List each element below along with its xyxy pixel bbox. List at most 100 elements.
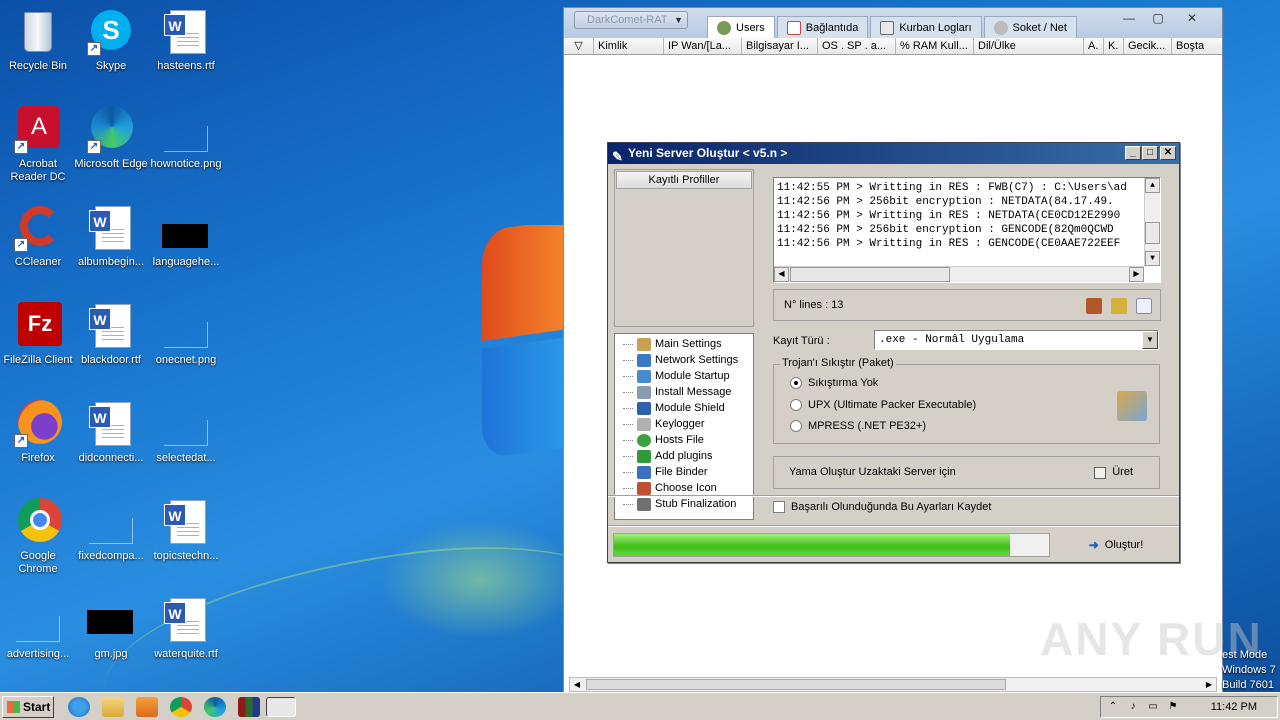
desktop-icon-languagehe[interactable]: languagehe... <box>148 204 224 269</box>
dialog-titlebar: ✎ Yeni Server Oluştur < v5.n > _ □ ✕ <box>608 143 1179 164</box>
darkcomet-menu-dropdown[interactable]: DarkComet-RAT ▼ <box>574 11 688 29</box>
maximize-button[interactable]: □ <box>1142 146 1158 160</box>
tree-item-keylogger[interactable]: Keylogger <box>623 416 753 432</box>
desktop-icon-onecnet[interactable]: onecnet.png <box>148 302 224 367</box>
tree-item-install-message[interactable]: Install Message <box>623 384 753 400</box>
desktop-icon-skype[interactable]: S ↗ Skype <box>73 8 149 73</box>
scroll-up-arrow[interactable]: ▲ <box>1145 178 1160 193</box>
tree-item-module-startup[interactable]: Module Startup <box>623 368 753 384</box>
desktop-icon-topicstechn[interactable]: W topicstechn... <box>148 498 224 563</box>
log-horizontal-scrollbar[interactable]: ◀ ▶ <box>774 266 1144 282</box>
internet-explorer-icon[interactable] <box>68 697 90 717</box>
column-header[interactable]: Bilgisayar I... <box>742 38 818 54</box>
desktop-icon-gm[interactable]: gm.jpg <box>73 596 149 661</box>
packer-groupbox: Trojan'ı Sıkıştır (Paket) Sıkıştırma Yok… <box>773 357 1160 444</box>
scrollbar-thumb[interactable] <box>586 679 1006 690</box>
tree-item-file-binder[interactable]: File Binder <box>623 464 753 480</box>
minimize-button[interactable]: — <box>1117 11 1141 27</box>
desktop-icon-hasteens[interactable]: W hasteens.rtf <box>148 8 224 73</box>
desktop-icon-fixedcompa[interactable]: fixedcompa... <box>73 498 149 563</box>
column-header[interactable]: Gecik... <box>1124 38 1172 54</box>
column-sort-toggle[interactable]: ▽ <box>564 38 594 54</box>
column-header[interactable]: OS . SP . a... <box>818 38 896 54</box>
desktop-icon-firefox[interactable]: ↗ Firefox <box>0 400 76 465</box>
desktop-icon-selectedat[interactable]: selectedat... <box>148 400 224 465</box>
desktop-icon-edge[interactable]: ↗ Microsoft Edge <box>73 106 149 171</box>
desktop-icon-blackdoor[interactable]: W blackdoor.rtf <box>73 302 149 367</box>
desktop-icon-advertising[interactable]: advertising... <box>0 596 76 661</box>
wrench-icon: ✎ <box>612 149 623 164</box>
tree-item-hosts-file[interactable]: Hosts File <box>623 432 753 448</box>
radio-mpress[interactable]: MPRESS (.NET PE32+) <box>790 420 926 432</box>
desktop-icon-hownotice[interactable]: hownotice.png <box>148 106 224 171</box>
column-header[interactable]: IP Wan/[La... <box>664 38 742 54</box>
desktop-icon-chrome[interactable]: Google Chrome <box>0 498 76 576</box>
network-tray-icon[interactable]: ▭ <box>1147 701 1159 713</box>
desktop-icon-waterquite[interactable]: W waterquite.rtf <box>148 596 224 661</box>
chrome-taskbar-icon[interactable] <box>170 697 192 717</box>
radio-indicator[interactable] <box>790 399 802 411</box>
clock[interactable]: 11:42 PM <box>1211 697 1257 717</box>
speaker-icon[interactable]: ♪ <box>1127 701 1139 713</box>
column-header[interactable]: Dil/Ülke <box>974 38 1084 54</box>
close-button[interactable]: ✕ <box>1180 11 1204 27</box>
column-header[interactable]: Boşta <box>1172 38 1212 54</box>
radio-indicator[interactable] <box>790 377 802 389</box>
media-player-icon[interactable] <box>136 697 158 717</box>
desktop-icon-didconnecti[interactable]: W didconnecti... <box>73 400 149 465</box>
minimize-button[interactable]: _ <box>1125 146 1141 160</box>
desktop-icon-filezilla[interactable]: Fz FileZilla Client <box>0 302 76 367</box>
tab-soket-net[interactable]: Soket / Net <box>983 16 1077 38</box>
tab-users[interactable]: Users <box>707 16 775 38</box>
users-horizontal-scrollbar[interactable]: ◀ ▶ <box>569 677 1217 692</box>
start-button[interactable]: Start <box>2 696 54 718</box>
scroll-right-arrow[interactable]: ▶ <box>1202 678 1216 691</box>
tab-kurban-loglari[interactable]: Kurban Logları <box>870 16 982 38</box>
edge-taskbar-icon[interactable] <box>204 697 226 717</box>
close-button[interactable]: ✕ <box>1160 146 1176 160</box>
column-header[interactable]: % RAM Kull... <box>896 38 974 54</box>
maximize-button[interactable]: ▢ <box>1146 11 1170 27</box>
chevron-up-icon[interactable]: ⌃ <box>1107 701 1119 713</box>
output-type-select[interactable]: .exe - Normâl Uygulama ▼ <box>874 330 1159 350</box>
scrollbar-thumb[interactable] <box>1145 222 1160 244</box>
checkbox-box[interactable] <box>773 501 785 513</box>
tree-item-stub-finalization[interactable]: Stub Finalization <box>623 496 753 512</box>
tree-item-choose-icon[interactable]: Choose Icon <box>623 480 753 496</box>
tree-item-main-settings[interactable]: Main Settings <box>623 336 753 352</box>
broom-icon[interactable] <box>1111 298 1127 314</box>
log-vertical-scrollbar[interactable]: ▲ ▼ <box>1144 178 1160 266</box>
keyboard-icon <box>637 417 651 431</box>
radio-upx[interactable]: UPX (Ultimate Packer Executable) <box>790 399 976 411</box>
export-icon[interactable] <box>1136 298 1152 314</box>
column-header[interactable]: Kimlik <box>594 38 664 54</box>
radio-indicator[interactable] <box>790 420 802 432</box>
copy-icon[interactable] <box>1086 298 1102 314</box>
explorer-folder-icon[interactable] <box>102 697 124 717</box>
column-header[interactable]: K. <box>1104 38 1124 54</box>
radio-no-compression[interactable]: Sıkıştırma Yok <box>790 377 878 389</box>
scrollbar-thumb[interactable] <box>790 267 950 282</box>
tree-item-network-settings[interactable]: Network Settings <box>623 352 753 368</box>
winrar-taskbar-icon[interactable] <box>238 697 260 717</box>
darkcomet-taskbar-button[interactable] <box>266 697 296 717</box>
scroll-left-arrow[interactable]: ◀ <box>570 678 584 691</box>
desktop-icon-acrobat[interactable]: A ↗ Acrobat Reader DC <box>0 106 76 184</box>
tab-baglantida[interactable]: Bağlantıda <box>776 16 869 38</box>
column-header[interactable]: A. <box>1084 38 1104 54</box>
scroll-left-arrow[interactable]: ◀ <box>774 267 789 282</box>
save-settings-checkbox[interactable]: Başarılı Olunduğunda Bu Ayarları Kaydet <box>773 501 991 513</box>
desktop-icon-recycle-bin[interactable]: Recycle Bin <box>0 8 76 73</box>
scroll-down-arrow[interactable]: ▼ <box>1145 251 1160 266</box>
scroll-right-arrow[interactable]: ▶ <box>1129 267 1144 282</box>
tree-item-module-shield[interactable]: Module Shield <box>623 400 753 416</box>
tree-item-add-plugins[interactable]: Add plugins <box>623 448 753 464</box>
flag-icon[interactable]: ⚑ <box>1167 701 1179 713</box>
build-button[interactable]: ➜ Oluştur! <box>1071 533 1161 557</box>
desktop-icon-albumbegin[interactable]: W albumbegin... <box>73 204 149 269</box>
saved-profiles-header[interactable]: Kayıtlı Profiller <box>616 171 752 189</box>
generate-button[interactable]: Üret <box>1094 457 1133 488</box>
desktop-icon-ccleaner[interactable]: ↗ CCleaner <box>0 204 76 269</box>
chevron-down-icon[interactable]: ▼ <box>1142 331 1158 349</box>
progress-fill <box>614 534 1010 556</box>
